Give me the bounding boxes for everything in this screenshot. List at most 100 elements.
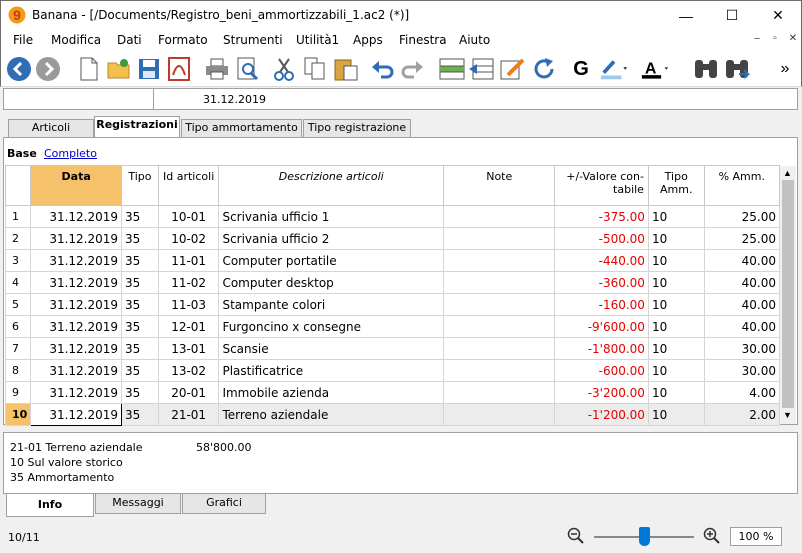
cell-note[interactable] (443, 271, 556, 294)
cell-note[interactable] (443, 249, 556, 272)
zoom-in-icon[interactable] (703, 527, 721, 545)
cell-valore[interactable]: -360.00 (554, 271, 649, 294)
cell-id-articoli[interactable]: 11-01 (157, 249, 220, 272)
cell-descrizione[interactable]: Scrivania ufficio 1 (218, 205, 445, 228)
cell-tipo[interactable]: 35 (121, 381, 159, 404)
tab-articoli[interactable]: Articoli (8, 119, 94, 137)
paste-icon[interactable] (332, 55, 360, 83)
mdi-close-button[interactable]: ✕ (785, 33, 801, 47)
cell-tipo[interactable]: 35 (121, 359, 159, 382)
cell-tipo-amm[interactable]: 10 (647, 403, 705, 426)
table-row[interactable]: 7 31.12.2019 35 13-01 Scansie -1'800.00 10 30.0… (4, 337, 781, 360)
new-file-icon[interactable] (75, 55, 103, 83)
column-header-valore[interactable]: +/-Valore con- tabile (554, 165, 649, 206)
cell-note[interactable] (443, 403, 556, 426)
cell-descrizione[interactable]: Furgoncino x consegne (218, 315, 445, 338)
table-row[interactable]: 4 31.12.2019 35 11-02 Computer desktop -360.0… (4, 271, 781, 294)
cell-data[interactable]: 31.12.2019 (30, 403, 123, 426)
cell-valore[interactable]: -600.00 (554, 359, 649, 382)
table-row[interactable]: 3 31.12.2019 35 11-01 Computer portatile -440… (4, 249, 781, 272)
menu-utilita[interactable]: Utilità1 (296, 33, 339, 47)
cell-id-articoli[interactable]: 20-01 (157, 381, 220, 404)
row-number[interactable]: 7 (4, 337, 32, 360)
column-header-tipo[interactable]: Tipo (121, 165, 159, 206)
cell-valore[interactable]: -9'600.00 (554, 315, 649, 338)
cell-note[interactable] (443, 293, 556, 316)
cell-id-articoli[interactable]: 10-02 (157, 227, 220, 250)
cell-data[interactable]: 31.12.2019 (30, 337, 123, 360)
cell-id-articoli[interactable]: 12-01 (157, 315, 220, 338)
cell-perc-amm[interactable]: 40.00 (703, 293, 781, 316)
cell-data[interactable]: 31.12.2019 (30, 271, 123, 294)
cell-perc-amm[interactable]: 4.00 (703, 381, 781, 404)
cell-descrizione[interactable]: Terreno aziendale (218, 403, 445, 426)
cell-perc-amm[interactable]: 40.00 (703, 249, 781, 272)
cell-descrizione[interactable]: Stampante colori (218, 293, 445, 316)
find-next-icon[interactable] (723, 55, 751, 83)
column-header-perc-amm[interactable]: % Amm. (703, 165, 781, 206)
table-row[interactable]: 8 31.12.2019 35 13-02 Plastificatrice -600.00… (4, 359, 781, 382)
menu-apps[interactable]: Apps (353, 33, 383, 47)
cell-descrizione[interactable]: Scansie (218, 337, 445, 360)
cell-tipo-amm[interactable]: 10 (647, 249, 705, 272)
menu-formato[interactable]: Formato (158, 33, 208, 47)
bold-icon[interactable]: G (567, 55, 595, 83)
cell-data[interactable]: 31.12.2019 (30, 205, 123, 228)
open-folder-icon[interactable] (105, 55, 133, 83)
cell-perc-amm[interactable]: 25.00 (703, 205, 781, 228)
cell-tipo-amm[interactable]: 10 (647, 359, 705, 382)
cell-tipo[interactable]: 35 (121, 271, 159, 294)
cell-perc-amm[interactable]: 40.00 (703, 271, 781, 294)
print-preview-icon[interactable] (234, 55, 262, 83)
cell-note[interactable] (443, 315, 556, 338)
cell-descrizione[interactable]: Scrivania ufficio 2 (218, 227, 445, 250)
close-button[interactable]: ✕ (755, 0, 801, 31)
cell-editor-bar[interactable] (3, 88, 798, 110)
highlight-icon[interactable] (600, 55, 628, 83)
cell-data[interactable]: 31.12.2019 (30, 381, 123, 404)
cell-data[interactable]: 31.12.2019 (30, 293, 123, 316)
insert-row-icon[interactable] (438, 55, 466, 83)
cell-tipo[interactable]: 35 (121, 293, 159, 316)
scroll-down-icon[interactable]: ▼ (783, 410, 792, 420)
menu-strumenti[interactable]: Strumenti (223, 33, 283, 47)
row-number[interactable]: 4 (4, 271, 32, 294)
view-completo-link[interactable]: Completo (44, 147, 97, 160)
menu-modifica[interactable]: Modifica (51, 33, 101, 47)
scrollbar-thumb[interactable] (782, 180, 794, 408)
cell-perc-amm[interactable]: 30.00 (703, 359, 781, 382)
scroll-up-icon[interactable]: ▲ (783, 168, 792, 178)
table-row[interactable]: 6 31.12.2019 35 12-01 Furgoncino x consegne -… (4, 315, 781, 338)
find-icon[interactable] (692, 55, 720, 83)
mdi-restore-button[interactable]: ▫ (767, 33, 783, 47)
row-number[interactable]: 8 (4, 359, 32, 382)
cell-note[interactable] (443, 337, 556, 360)
cell-tipo[interactable]: 35 (121, 249, 159, 272)
menu-aiuto[interactable]: Aiuto (459, 33, 490, 47)
font-color-icon[interactable]: A (641, 55, 669, 83)
cell-descrizione[interactable]: Computer portatile (218, 249, 445, 272)
cell-tipo-amm[interactable]: 10 (647, 337, 705, 360)
zoom-out-icon[interactable] (567, 527, 585, 545)
cell-perc-amm[interactable]: 30.00 (703, 337, 781, 360)
print-icon[interactable] (203, 55, 231, 83)
cut-icon[interactable] (270, 55, 298, 83)
cell-id-articoli[interactable]: 13-02 (157, 359, 220, 382)
cell-tipo[interactable]: 35 (121, 337, 159, 360)
cell-id-articoli[interactable]: 21-01 (157, 403, 220, 426)
mdi-minimize-button[interactable]: – (749, 33, 765, 47)
save-icon[interactable] (135, 55, 163, 83)
pdf-icon[interactable] (165, 55, 193, 83)
table-row[interactable]: 2 31.12.2019 35 10-02 Scrivania ufficio 2 -50… (4, 227, 781, 250)
row-number[interactable]: 1 (4, 205, 32, 228)
cell-tipo-amm[interactable]: 10 (647, 315, 705, 338)
back-icon[interactable] (5, 55, 33, 83)
cell-note[interactable] (443, 359, 556, 382)
tab-registrazioni[interactable]: Registrazioni (94, 116, 180, 138)
cell-tipo[interactable]: 35 (121, 403, 159, 426)
cell-valore[interactable]: -1'200.00 (554, 403, 649, 426)
cell-perc-amm[interactable]: 25.00 (703, 227, 781, 250)
cell-descrizione[interactable]: Plastificatrice (218, 359, 445, 382)
cell-valore[interactable]: -3'200.00 (554, 381, 649, 404)
row-number[interactable]: 9 (4, 381, 32, 404)
